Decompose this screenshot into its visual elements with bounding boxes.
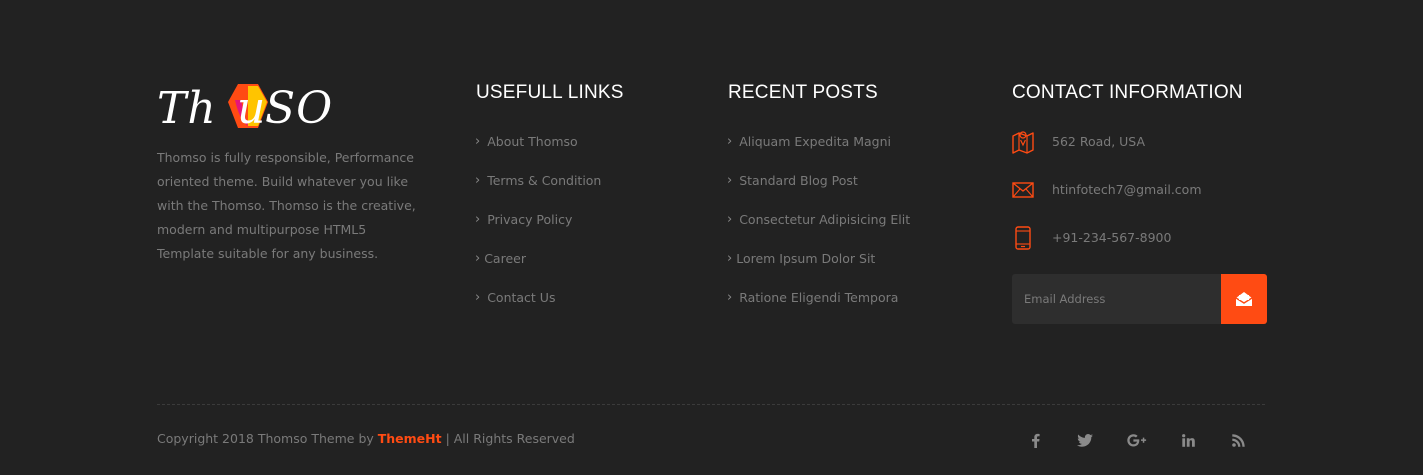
recent-post-item[interactable]: › Standard Blog Post bbox=[727, 171, 910, 210]
useful-links-list: › About Thomso › Terms & Condition › Pri… bbox=[475, 132, 601, 327]
recent-post-item[interactable]: › Consectetur Adipisicing Elit bbox=[727, 210, 910, 249]
envelope-icon bbox=[1012, 178, 1034, 202]
chevron-right-icon: › bbox=[727, 251, 733, 266]
facebook-icon[interactable] bbox=[1027, 430, 1043, 450]
open-envelope-icon bbox=[1235, 292, 1253, 306]
linkedin-icon[interactable] bbox=[1179, 430, 1197, 450]
subscribe-button[interactable] bbox=[1221, 274, 1267, 324]
about-text: Thomso is fully responsible, Performance… bbox=[157, 150, 416, 261]
copyright-text: Copyright 2018 Thomso Theme by ThemeHt |… bbox=[157, 431, 575, 446]
chevron-right-icon: › bbox=[727, 290, 733, 305]
map-icon bbox=[1012, 130, 1034, 154]
post-label: Consectetur Adipisicing Elit bbox=[739, 212, 911, 227]
contact-info-title: CONTACT INFORMATION bbox=[1012, 82, 1243, 103]
newsletter-form bbox=[1012, 274, 1267, 324]
useful-link-privacy[interactable]: › Privacy Policy bbox=[475, 210, 601, 249]
svg-text:Th: Th bbox=[157, 83, 217, 132]
recent-post-item[interactable]: › Aliquam Expedita Magni bbox=[727, 132, 910, 171]
post-label: Ratione Eligendi Tempora bbox=[739, 290, 899, 305]
chevron-right-icon: › bbox=[727, 134, 733, 149]
chevron-right-icon: › bbox=[475, 290, 481, 305]
post-label: Standard Blog Post bbox=[739, 173, 858, 188]
themeht-link[interactable]: ThemeHt bbox=[378, 431, 442, 446]
recent-posts-title: RECENT POSTS bbox=[728, 82, 878, 103]
useful-link-terms[interactable]: › Terms & Condition bbox=[475, 171, 601, 210]
link-label: Career bbox=[484, 251, 526, 266]
recent-posts-list: › Aliquam Expedita Magni › Standard Blog… bbox=[727, 132, 910, 327]
useful-link-contact[interactable]: › Contact Us bbox=[475, 288, 601, 327]
recent-post-item[interactable]: › Lorem Ipsum Dolor Sit bbox=[727, 249, 910, 288]
contact-phone: +91-234-567-8900 bbox=[1012, 226, 1202, 274]
svg-text:u: u bbox=[237, 83, 265, 132]
post-label: Lorem Ipsum Dolor Sit bbox=[736, 251, 876, 266]
chevron-right-icon: › bbox=[475, 251, 481, 266]
google-plus-icon[interactable] bbox=[1126, 430, 1148, 450]
contact-info-list: 562 Road, USA htinfotech7@gmail.com +91-… bbox=[1012, 130, 1202, 274]
useful-link-about[interactable]: › About Thomso bbox=[475, 132, 601, 171]
footer-divider bbox=[157, 404, 1265, 405]
link-label: Contact Us bbox=[487, 290, 556, 305]
email-text[interactable]: htinfotech7@gmail.com bbox=[1052, 178, 1202, 202]
copyright-prefix: Copyright 2018 Thomso Theme by bbox=[157, 431, 378, 446]
link-label: About Thomso bbox=[487, 134, 578, 149]
post-label: Aliquam Expedita Magni bbox=[739, 134, 892, 149]
recent-post-item[interactable]: › Ratione Eligendi Tempora bbox=[727, 288, 910, 327]
site-footer: Th u SO Thomso is fully responsible, Per… bbox=[0, 0, 1423, 475]
address-text: 562 Road, USA bbox=[1052, 134, 1146, 149]
contact-email: htinfotech7@gmail.com bbox=[1012, 178, 1202, 226]
footer-logo[interactable]: Th u SO bbox=[157, 80, 337, 132]
chevron-right-icon: › bbox=[475, 212, 481, 227]
chevron-right-icon: › bbox=[475, 173, 481, 188]
phone-text[interactable]: +91-234-567-8900 bbox=[1052, 226, 1171, 250]
email-address-input[interactable] bbox=[1012, 274, 1221, 324]
link-label: Terms & Condition bbox=[487, 173, 602, 188]
contact-address: 562 Road, USA bbox=[1012, 130, 1202, 178]
thomso-logo-icon: Th u SO bbox=[157, 83, 333, 132]
mobile-phone-icon bbox=[1012, 226, 1034, 250]
link-label: Privacy Policy bbox=[487, 212, 573, 227]
chevron-right-icon: › bbox=[727, 173, 733, 188]
chevron-right-icon: › bbox=[475, 134, 481, 149]
svg-text:SO: SO bbox=[265, 83, 333, 132]
useful-links-title: USEFULL LINKS bbox=[476, 82, 624, 103]
chevron-right-icon: › bbox=[727, 212, 733, 227]
rss-icon[interactable] bbox=[1230, 430, 1246, 450]
twitter-icon[interactable] bbox=[1076, 430, 1094, 450]
copyright-suffix: | All Rights Reserved bbox=[441, 431, 575, 446]
useful-link-career[interactable]: › Career bbox=[475, 249, 601, 288]
